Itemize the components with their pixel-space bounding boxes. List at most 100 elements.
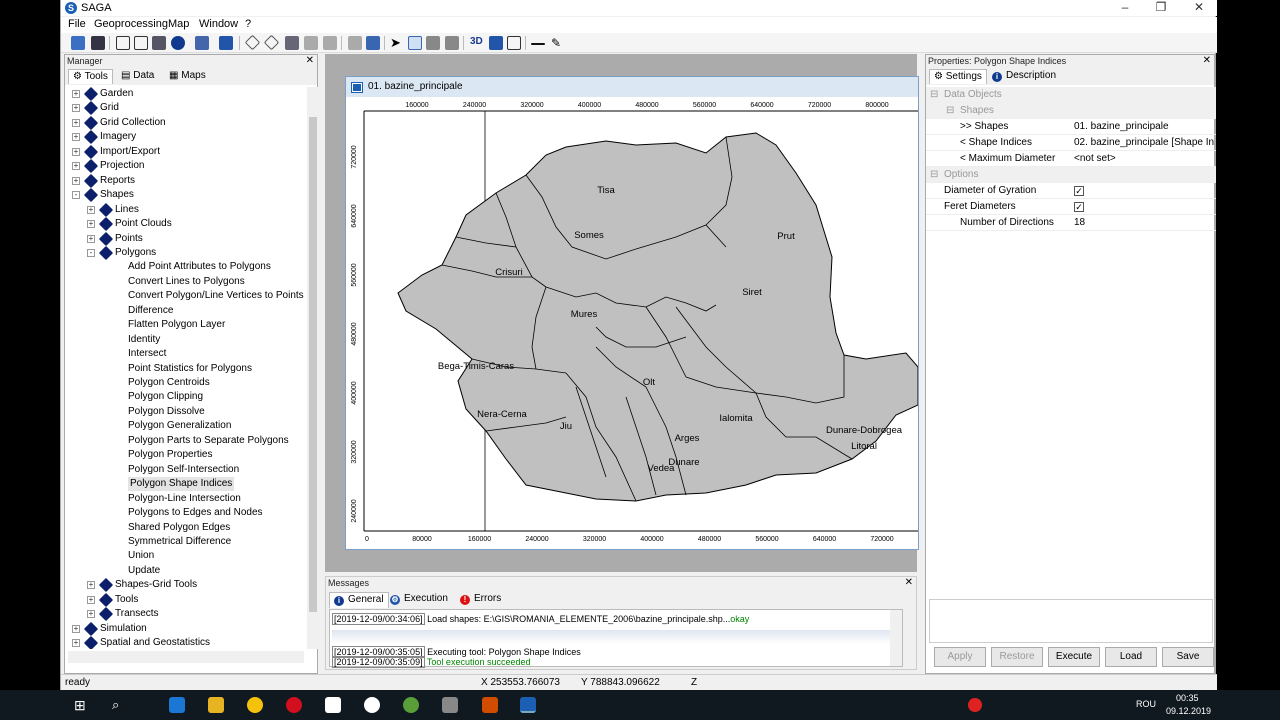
save-button[interactable]: Save [1162, 647, 1214, 667]
tree-item[interactable]: Polygon Properties [68, 448, 304, 462]
map-window[interactable]: 01. bazine_principale 160000 240000 320000… [345, 76, 919, 550]
maximize-button[interactable]: ❐ [1143, 0, 1179, 16]
tree-item[interactable]: Polygons to Edges and Nodes [68, 506, 304, 520]
tree-item[interactable]: Point Statistics for Polygons [68, 362, 304, 376]
tree-item[interactable]: + Import/Export [68, 144, 304, 159]
tree-item[interactable]: + Lines [68, 202, 304, 217]
notepad-icon[interactable] [325, 697, 341, 713]
tree-item[interactable]: Union [68, 549, 304, 563]
property-row[interactable]: < Maximum Diameter <not set> [926, 151, 1216, 167]
tree-item[interactable]: Convert Lines to Polygons [68, 275, 304, 289]
expand-icon[interactable]: + [72, 104, 80, 113]
restore-button[interactable]: Restore [991, 647, 1043, 667]
tab-execution[interactable]: ⚙ Execution [386, 592, 452, 608]
search-icon[interactable]: ⌕ [112, 697, 128, 713]
expand-icon[interactable]: + [72, 624, 80, 633]
clock-time[interactable]: 00:35 [1176, 693, 1199, 703]
expand-icon[interactable]: + [72, 162, 80, 171]
language-indicator[interactable]: ROU [1136, 699, 1156, 709]
collapse-icon[interactable]: ⊟ [930, 87, 938, 103]
layers-icon[interactable] [152, 36, 166, 50]
open-icon[interactable] [71, 36, 85, 50]
table-icon[interactable] [134, 36, 148, 50]
tree-item[interactable]: + Spatial and Geostatistics [68, 636, 304, 649]
tree-item[interactable]: Flatten Polygon Layer [68, 318, 304, 332]
tree-item[interactable]: + Points [68, 231, 304, 246]
property-row[interactable]: ⊟ Data Objects [926, 87, 1216, 103]
tool-icon[interactable] [285, 36, 299, 50]
tree-item[interactable]: Add Point Attributes to Polygons [68, 260, 304, 274]
close-icon[interactable]: ✕ [306, 55, 314, 66]
tree-item[interactable]: + Grid [68, 101, 304, 116]
expand-icon[interactable]: + [87, 610, 95, 619]
property-row[interactable]: ⊟ Shapes [926, 103, 1216, 119]
tree-item[interactable]: + Reports [68, 173, 304, 188]
menu-help[interactable]: ? [245, 18, 251, 30]
checkbox[interactable]: ✓ [1074, 186, 1084, 196]
tree-item[interactable]: - Shapes [68, 188, 304, 203]
audio-app-icon[interactable] [482, 697, 498, 713]
tool-icon[interactable] [304, 36, 318, 50]
tab-maps[interactable]: ▦ Maps [165, 69, 210, 84]
log-scrollbar[interactable] [890, 610, 902, 666]
tree-item[interactable]: Polygon Dissolve [68, 405, 304, 419]
expand-icon[interactable]: + [87, 581, 95, 590]
menu-file[interactable]: File [68, 18, 86, 30]
tree-item[interactable]: Intersect [68, 347, 304, 361]
expand-icon[interactable]: + [87, 205, 95, 214]
tree-item[interactable]: Polygon Shape Indices [68, 477, 304, 492]
yandex-icon[interactable] [364, 697, 380, 713]
checkbox[interactable]: ✓ [1074, 202, 1084, 212]
property-value[interactable]: <not set> [1074, 151, 1214, 167]
measure-icon[interactable] [445, 36, 459, 50]
chrome-icon[interactable] [247, 697, 263, 713]
3d-view-icon[interactable]: 3D [470, 36, 484, 50]
line-icon[interactable] [531, 43, 545, 45]
tree-item[interactable]: + Projection [68, 159, 304, 174]
expand-icon[interactable]: + [72, 176, 80, 185]
menu-geoprocessing[interactable]: Geoprocessing [94, 18, 168, 30]
expand-icon[interactable]: + [72, 133, 80, 142]
record-icon[interactable] [968, 698, 982, 712]
tree-hscrollbar[interactable] [68, 651, 304, 663]
link-icon[interactable] [195, 36, 209, 50]
tab-settings[interactable]: ⚙ Settings [929, 69, 987, 84]
layout-icon[interactable] [489, 36, 503, 50]
save-icon[interactable] [91, 36, 105, 50]
expand-icon[interactable]: + [87, 234, 95, 243]
tree-item[interactable]: + Shapes-Grid Tools [68, 578, 304, 593]
tree-item[interactable]: Polygon-Line Intersection [68, 492, 304, 506]
property-value[interactable]: 02. bazine_principale [Shape Indices] [1074, 135, 1214, 151]
expand-icon[interactable]: + [72, 639, 80, 648]
collapse-icon[interactable]: ⊟ [946, 103, 954, 119]
execute-button[interactable]: Execute [1048, 647, 1100, 667]
map-canvas[interactable]: 160000 240000 320000 400000 480000 560000 6400… [346, 97, 918, 549]
diamond-icon[interactable] [244, 34, 261, 51]
property-value[interactable]: 18 [1074, 215, 1214, 231]
menu-window[interactable]: Window [199, 18, 238, 30]
tree-item[interactable]: Polygon Generalization [68, 419, 304, 433]
tree-item[interactable]: Polygon Self-Intersection [68, 463, 304, 477]
help-icon[interactable] [219, 36, 233, 50]
tree-item[interactable]: Difference [68, 304, 304, 318]
copy-icon[interactable] [348, 36, 362, 50]
diamond-icon[interactable] [263, 34, 280, 51]
tab-errors[interactable]: ! Errors [456, 592, 505, 608]
zoom-extent-icon[interactable] [366, 36, 380, 50]
tree-item[interactable]: Identity [68, 333, 304, 347]
property-row[interactable]: Diameter of Gyration ✓ [926, 183, 1216, 199]
load-button[interactable]: Load [1105, 647, 1157, 667]
select-arrow-icon[interactable]: ➤ [390, 36, 404, 50]
tree-scrollbar[interactable] [307, 87, 319, 649]
property-row[interactable]: ⊟ Options [926, 167, 1216, 183]
pan-hand-icon[interactable] [426, 36, 440, 50]
opera-icon[interactable] [286, 697, 302, 713]
expand-icon[interactable]: + [72, 90, 80, 98]
saga-taskbar-icon[interactable] [520, 697, 536, 713]
tab-tools[interactable]: ⚙ Tools [68, 69, 113, 84]
tab-description[interactable]: i Description [988, 69, 1060, 84]
expand-icon[interactable]: - [87, 248, 95, 257]
tree-item[interactable]: + Point Clouds [68, 216, 304, 232]
property-row[interactable]: Feret Diameters ✓ [926, 199, 1216, 215]
property-value[interactable]: 01. bazine_principale [1074, 119, 1214, 135]
